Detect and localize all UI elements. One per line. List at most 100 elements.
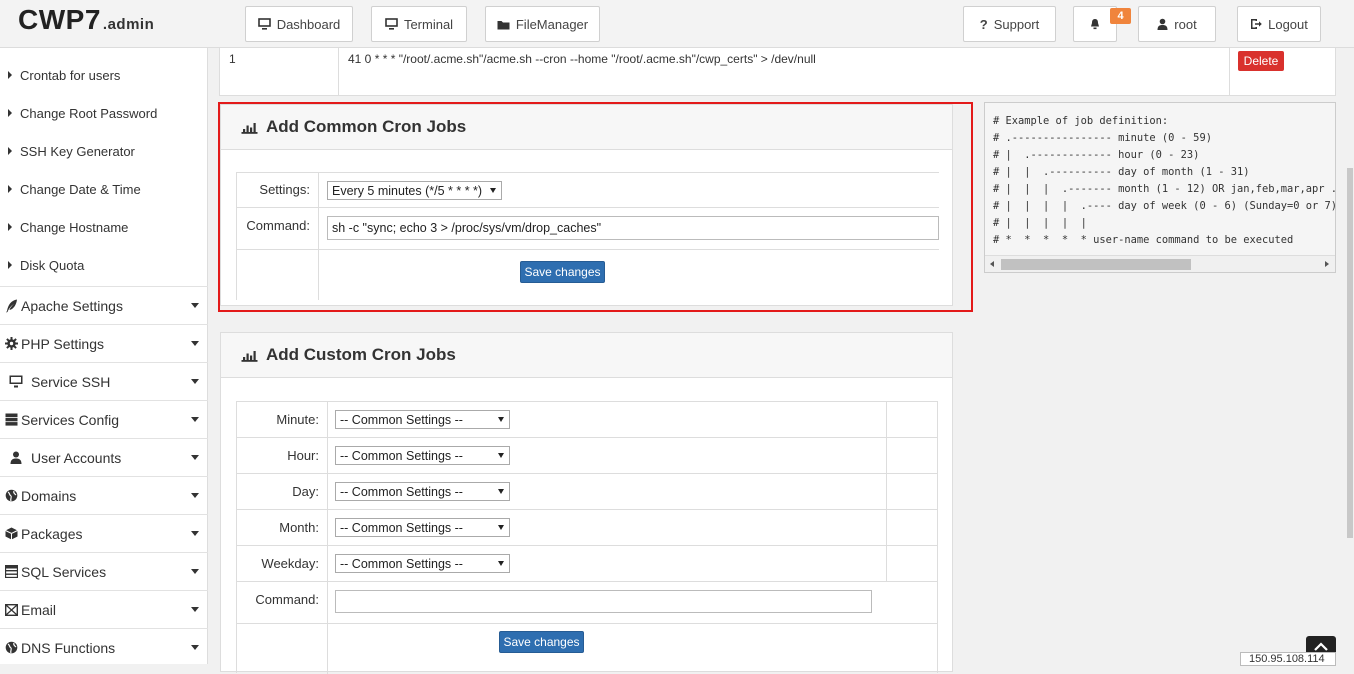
month-row: Month: -- Common Settings -- [237, 510, 938, 546]
scrollbar-thumb[interactable] [1347, 168, 1353, 538]
day-row: Day: -- Common Settings -- [237, 474, 938, 510]
globe-icon [1, 641, 21, 654]
user-icon [1, 451, 31, 464]
feather-icon [1, 299, 21, 313]
caret-down-icon [191, 645, 199, 650]
horizontal-scrollbar[interactable] [985, 255, 1335, 272]
minute-row: Minute: -- Common Settings -- [237, 402, 938, 438]
sidebar-item-label: SSH Key Generator [20, 143, 135, 159]
caret-right-icon [8, 147, 12, 155]
day-label: Day: [292, 484, 319, 499]
dashboard-button[interactable]: Dashboard [245, 6, 353, 42]
sidebar-item-change-date-time[interactable]: Change Date & Time [0, 170, 208, 208]
custom-cron-form: Minute: -- Common Settings -- Hour: -- C… [236, 401, 938, 674]
month-select-value: -- Common Settings -- [340, 520, 463, 535]
caret-down-icon [191, 455, 199, 460]
caret-down-icon [191, 493, 199, 498]
sidebar-item-dns-functions[interactable]: DNS Functions [0, 628, 208, 666]
custom-command-row: Command: [237, 582, 938, 624]
caret-down-icon [191, 417, 199, 422]
sidebar-item-domains[interactable]: Domains [0, 476, 208, 514]
sidebar-item-change-hostname[interactable]: Change Hostname [0, 208, 208, 246]
scroll-right-icon[interactable] [1325, 261, 1329, 267]
sidebar-item-change-root-password[interactable]: Change Root Password [0, 94, 208, 132]
chevron-down-icon [498, 561, 504, 566]
example-line: # Example of job definition: [993, 115, 1169, 127]
panel-header: Add Custom Cron Jobs [221, 333, 952, 378]
brand-logo[interactable]: CWP7 .admin [18, 4, 154, 36]
sidebar-item-services-config[interactable]: Services Config [0, 400, 208, 438]
filemanager-button[interactable]: FileManager [485, 6, 600, 42]
sidebar-item-label: Packages [21, 525, 83, 542]
chevron-down-icon [498, 453, 504, 458]
example-line: # | .------------- hour (0 - 23) [993, 149, 1200, 161]
scroll-left-icon[interactable] [990, 261, 994, 267]
sidebar-item-service-ssh[interactable]: Service SSH [0, 362, 208, 400]
example-line: # | | | .------- month (1 - 12) OR jan,f… [993, 183, 1336, 195]
sidebar-item-label: Change Date & Time [20, 181, 141, 197]
sidebar-item-packages[interactable]: Packages [0, 514, 208, 552]
monitor-icon [385, 18, 398, 30]
sidebar-item-label: SQL Services [21, 563, 107, 580]
cube-icon [1, 527, 21, 540]
panel-title: Add Custom Cron Jobs [266, 345, 456, 364]
logout-button[interactable]: Logout [1237, 6, 1321, 42]
user-icon [1157, 18, 1168, 30]
brand-name: CWP7 [18, 4, 101, 35]
example-line: # | | | | .---- day of week (0 - 6) (Sun… [993, 200, 1336, 212]
weekday-select[interactable]: -- Common Settings -- [335, 554, 510, 573]
sidebar-item-php-settings[interactable]: PHP Settings [0, 324, 208, 362]
support-label: Support [993, 16, 1040, 32]
user-label: root [1174, 16, 1197, 32]
monitor-icon [1, 375, 31, 388]
sidebar-item-label: DNS Functions [21, 639, 116, 656]
user-menu-button[interactable]: root [1138, 6, 1216, 42]
top-navbar: CWP7 .admin Dashboard Terminal FileManage… [0, 0, 1354, 48]
divider [1229, 48, 1230, 96]
sidebar-item-label: PHP Settings [21, 335, 105, 352]
delete-button[interactable]: Delete [1238, 51, 1284, 71]
caret-right-icon [8, 109, 12, 117]
custom-command-input[interactable] [335, 590, 872, 613]
caret-down-icon [191, 569, 199, 574]
scrollbar-thumb[interactable] [1001, 259, 1191, 270]
monitor-icon [257, 18, 271, 30]
sidebar-item-label: Crontab for users [20, 67, 121, 83]
notification-count-badge: 4 [1110, 8, 1131, 24]
highlight-box [218, 102, 973, 312]
bar-chart-icon [241, 349, 258, 362]
cron-row-command: 41 0 * * * "/root/.acme.sh"/acme.sh --cr… [348, 52, 816, 66]
minute-label: Minute: [276, 412, 319, 427]
month-label: Month: [279, 520, 319, 535]
hour-select[interactable]: -- Common Settings -- [335, 446, 510, 465]
hour-row: Hour: -- Common Settings -- [237, 438, 938, 474]
support-button[interactable]: ? Support [963, 6, 1056, 42]
hour-select-value: -- Common Settings -- [340, 448, 463, 463]
bell-icon [1091, 19, 1099, 30]
example-line: # * * * * * user-name command to be exec… [993, 234, 1294, 246]
caret-right-icon [8, 185, 12, 193]
terminal-label: Terminal [403, 16, 454, 32]
sidebar-item-label: Email [21, 601, 57, 618]
example-line: # | | | | | [993, 217, 1087, 229]
cron-list-table: 1 41 0 * * * "/root/.acme.sh"/acme.sh --… [219, 48, 1336, 96]
sidebar-item-label: Domains [21, 487, 77, 504]
sidebar-item-crontab[interactable]: Crontab for users [0, 56, 208, 94]
sidebar-item-apache-settings[interactable]: Apache Settings [0, 286, 208, 324]
save-changes-button[interactable]: Save changes [499, 631, 584, 653]
weekday-label: Weekday: [261, 556, 319, 571]
sidebar-item-sql-services[interactable]: SQL Services [0, 552, 208, 590]
terminal-button[interactable]: Terminal [371, 6, 467, 42]
sidebar-item-label: Apache Settings [21, 297, 123, 314]
day-select[interactable]: -- Common Settings -- [335, 482, 510, 501]
database-icon [1, 565, 21, 578]
month-select[interactable]: -- Common Settings -- [335, 518, 510, 537]
page-scrollbar[interactable] [1346, 48, 1354, 664]
sidebar-item-user-accounts[interactable]: User Accounts [0, 438, 208, 476]
logout-label: Logout [1268, 16, 1308, 32]
sidebar-item-disk-quota[interactable]: Disk Quota [0, 246, 208, 284]
minute-select[interactable]: -- Common Settings -- [335, 410, 510, 429]
sidebar-item-ssh-key-generator[interactable]: SSH Key Generator [0, 132, 208, 170]
example-line: # | | .---------- day of month (1 - 31) [993, 166, 1250, 178]
sidebar-item-email[interactable]: Email [0, 590, 208, 628]
